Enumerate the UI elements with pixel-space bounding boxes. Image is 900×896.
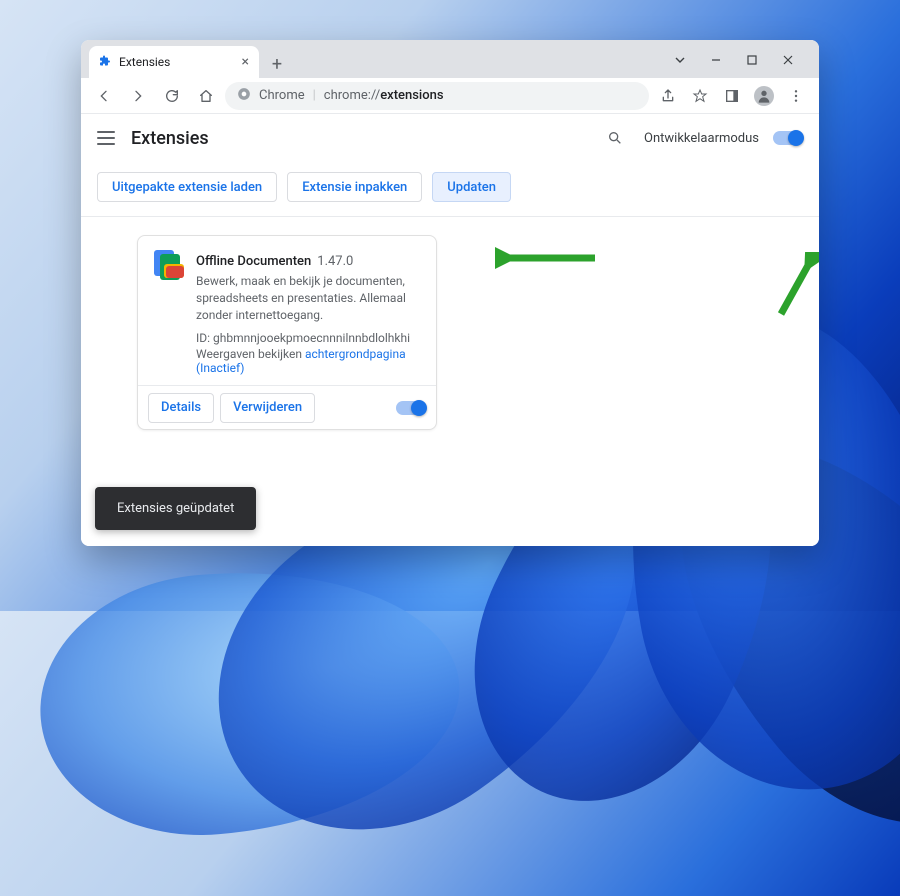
profile-avatar[interactable]	[749, 81, 779, 111]
address-path: chrome://extensions	[324, 88, 444, 103]
chevron-down-icon[interactable]	[663, 46, 697, 74]
pack-extension-button[interactable]: Extensie inpakken	[287, 172, 422, 202]
browser-tab[interactable]: Extensies ×	[89, 46, 259, 78]
remove-button[interactable]: Verwijderen	[220, 393, 315, 423]
developer-toolbar: Uitgepakte extensie laden Extensie inpak…	[81, 162, 819, 217]
extensions-grid: Offline Documenten 1.47.0 Bewerk, maak en…	[81, 217, 819, 448]
docs-offline-icon	[154, 250, 184, 280]
toolbar: Chrome | chrome://extensions	[81, 78, 819, 114]
extensions-page: Extensies Ontwikkelaarmodus Uitgepakte e…	[81, 114, 819, 546]
reload-button[interactable]	[157, 81, 187, 111]
chrome-icon	[237, 87, 251, 105]
extensions-header: Extensies Ontwikkelaarmodus	[81, 114, 819, 162]
window-controls	[663, 46, 809, 78]
back-button[interactable]	[89, 81, 119, 111]
address-origin: Chrome	[259, 88, 305, 103]
puzzle-icon	[99, 55, 111, 70]
page-title: Extensies	[131, 128, 209, 149]
menu-button[interactable]	[97, 131, 115, 145]
tab-title: Extensies	[119, 55, 170, 69]
developer-mode-toggle[interactable]	[773, 131, 803, 145]
minimize-button[interactable]	[699, 46, 733, 74]
bookmark-icon[interactable]	[685, 81, 715, 111]
tab-strip: Extensies × +	[81, 40, 819, 78]
maximize-button[interactable]	[735, 46, 769, 74]
share-icon[interactable]	[653, 81, 683, 111]
toast-message: Extensies geüpdatet	[117, 501, 234, 516]
close-window-button[interactable]	[771, 46, 805, 74]
side-panel-icon[interactable]	[717, 81, 747, 111]
extension-description: Bewerk, maak en bekijk je documenten, sp…	[196, 273, 420, 323]
developer-mode-label: Ontwikkelaarmodus	[644, 131, 759, 146]
menu-icon[interactable]	[781, 81, 811, 111]
load-unpacked-button[interactable]: Uitgepakte extensie laden	[97, 172, 277, 202]
extension-views: Weergaven bekijken achtergrondpagina (In…	[196, 347, 420, 375]
extension-version: 1.47.0	[317, 254, 353, 269]
extension-name: Offline Documenten	[196, 254, 311, 269]
update-button[interactable]: Updaten	[432, 172, 511, 202]
extension-card: Offline Documenten 1.47.0 Bewerk, maak en…	[137, 235, 437, 430]
address-separator: |	[313, 88, 316, 103]
new-tab-button[interactable]: +	[263, 50, 291, 78]
extension-enable-toggle[interactable]	[396, 401, 426, 415]
extension-id: ID: ghbmnnjooekpmoecnnnilnnbdlolhkhi	[196, 331, 420, 345]
forward-button[interactable]	[123, 81, 153, 111]
tab-close-button[interactable]: ×	[242, 55, 249, 69]
search-icon[interactable]	[600, 123, 630, 153]
toast-notification: Extensies geüpdatet	[95, 487, 256, 530]
address-bar[interactable]: Chrome | chrome://extensions	[225, 82, 649, 110]
chrome-window: Extensies × + Chrome | chrome://extensio…	[81, 40, 819, 546]
home-button[interactable]	[191, 81, 221, 111]
details-button[interactable]: Details	[148, 393, 214, 423]
